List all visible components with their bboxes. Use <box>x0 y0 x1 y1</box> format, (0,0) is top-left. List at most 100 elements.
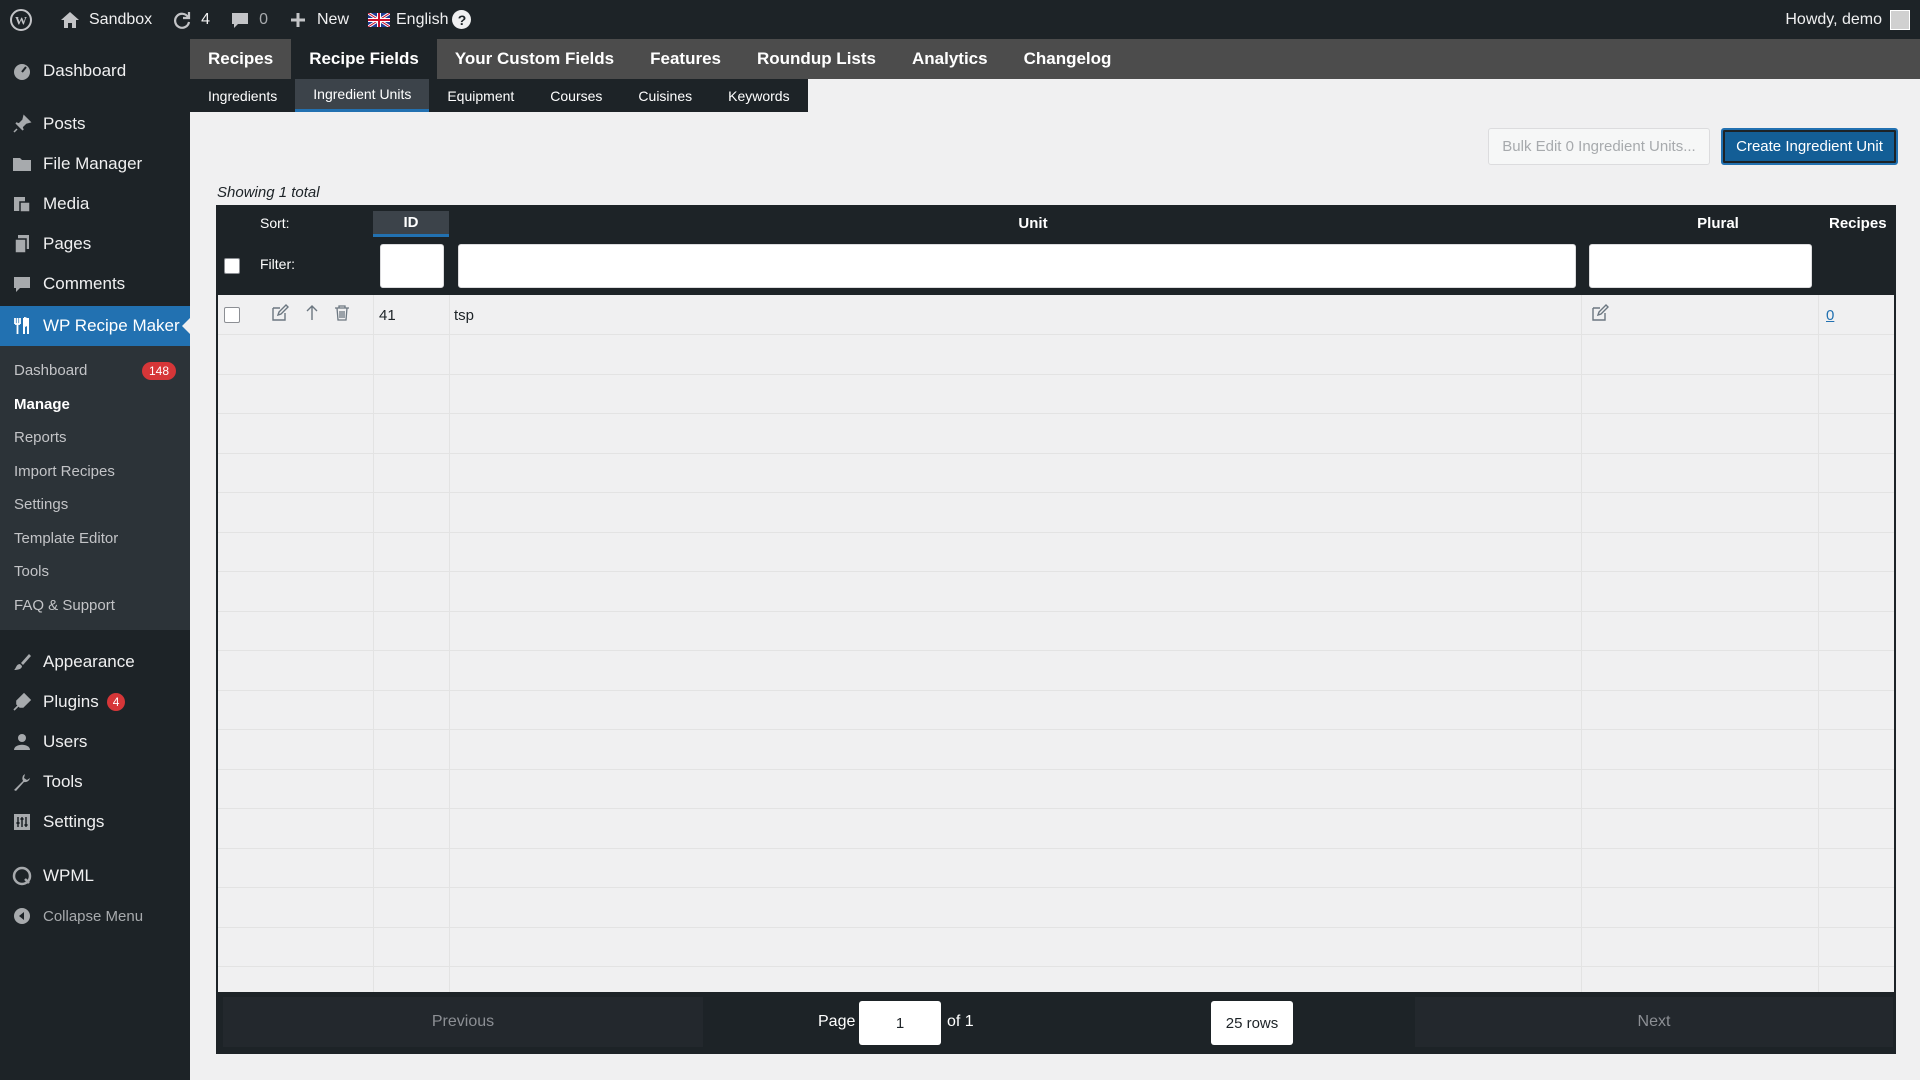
bulk-edit-button[interactable]: Bulk Edit 0 Ingredient Units... <box>1488 128 1710 165</box>
wordpress-logo-button[interactable]: W <box>0 0 49 39</box>
filter-plural-input[interactable] <box>1589 244 1812 288</box>
column-header-unit[interactable]: Unit <box>998 215 1068 232</box>
sidebar-item-appearance[interactable]: Appearance <box>0 642 190 682</box>
tab-analytics[interactable]: Analytics <box>894 39 1006 79</box>
tab-recipe-fields[interactable]: Recipe Fields <box>291 39 437 79</box>
site-name-link[interactable]: Sandbox <box>49 0 161 39</box>
subtab-keywords[interactable]: Keywords <box>710 79 807 112</box>
updates-link[interactable]: 4 <box>161 0 219 39</box>
help-icon[interactable]: ? <box>452 10 472 29</box>
updates-count: 4 <box>201 10 211 28</box>
page-of-label: of 1 <box>947 1013 974 1030</box>
page-label: Page <box>818 1013 856 1030</box>
sidebar-item-dashboard[interactable]: Dashboard <box>0 51 190 91</box>
row-select-checkbox[interactable] <box>224 307 240 323</box>
rows-per-page-select[interactable]: 25 rows <box>1211 1001 1293 1045</box>
page-number-input[interactable]: 1 <box>859 1001 941 1045</box>
sidebar-item-comments[interactable]: Comments <box>0 264 190 304</box>
language-switcher[interactable]: English ? <box>358 0 480 39</box>
edit-icon[interactable] <box>270 303 290 323</box>
sidebar-item-label: WPML <box>43 866 94 885</box>
sidebar-item-settings[interactable]: Settings <box>0 802 190 842</box>
trash-icon[interactable] <box>332 303 352 323</box>
sidebar-item-tools[interactable]: Tools <box>0 762 190 802</box>
submenu-item-faq-support[interactable]: FAQ & Support <box>0 589 190 623</box>
submenu-item-import-recipes[interactable]: Import Recipes <box>0 455 190 489</box>
pin-icon <box>10 112 34 136</box>
main-tabs: Recipes Recipe Fields Your Custom Fields… <box>190 39 1920 79</box>
sidebar-item-wpml[interactable]: WPML <box>0 856 190 896</box>
sort-label: Sort: <box>260 215 290 231</box>
filter-unit-input[interactable] <box>458 244 1576 288</box>
tab-features[interactable]: Features <box>632 39 739 79</box>
table-header: Sort: ID Unit Plural Recipes Filter: <box>218 207 1894 295</box>
column-header-plural[interactable]: Plural <box>1678 215 1758 232</box>
submenu-item-dashboard[interactable]: Dashboard 148 <box>0 354 190 388</box>
sidebar-item-media[interactable]: Media <box>0 184 190 224</box>
plugins-badge: 4 <box>106 693 126 711</box>
empty-table-row <box>218 690 1894 730</box>
submenu-item-manage[interactable]: Manage <box>0 388 190 422</box>
column-header-id[interactable]: ID <box>373 211 449 237</box>
admin-bar: W Sandbox 4 0 New English ? Howdy, demo <box>0 0 1920 39</box>
results-count: Showing 1 total <box>217 184 320 201</box>
submenu-label: Template Editor <box>14 529 119 547</box>
home-icon <box>58 8 82 32</box>
row-recipes-link[interactable]: 0 <box>1826 307 1834 324</box>
collapse-menu-button[interactable]: Collapse Menu <box>0 896 190 936</box>
submenu-item-tools[interactable]: Tools <box>0 555 190 589</box>
submenu-item-settings[interactable]: Settings <box>0 488 190 522</box>
merge-icon[interactable] <box>302 303 322 323</box>
select-all-checkbox[interactable] <box>224 258 240 274</box>
comments-count: 0 <box>259 10 268 28</box>
sidebar-item-label: Pages <box>43 234 92 253</box>
folder-icon <box>10 152 34 176</box>
tab-roundup-lists[interactable]: Roundup Lists <box>739 39 894 79</box>
subtab-ingredients[interactable]: Ingredients <box>190 79 295 112</box>
table-row: 41 tsp 0 <box>218 295 1894 335</box>
empty-table-row <box>218 611 1894 651</box>
tab-recipes[interactable]: Recipes <box>190 39 291 79</box>
my-account-link[interactable]: Howdy, demo <box>1776 0 1920 39</box>
subtab-cuisines[interactable]: Cuisines <box>620 79 710 112</box>
ingredient-units-table: Sort: ID Unit Plural Recipes Filter: 41 … <box>216 205 1896 1054</box>
greeting-label: Howdy, demo <box>1785 10 1882 28</box>
sidebar-item-file-manager[interactable]: File Manager <box>0 144 190 184</box>
submenu-item-template-editor[interactable]: Template Editor <box>0 522 190 556</box>
submenu-label: Reports <box>14 429 67 447</box>
edit-plural-icon[interactable] <box>1590 303 1610 323</box>
submenu-label: FAQ & Support <box>14 596 115 614</box>
submenu-item-reports[interactable]: Reports <box>0 421 190 455</box>
row-unit-cell: tsp <box>454 307 475 324</box>
empty-table-row <box>218 888 1894 928</box>
notification-badge: 148 <box>141 361 176 380</box>
uk-flag-icon <box>367 8 391 32</box>
refresh-icon <box>170 8 194 32</box>
new-content-link[interactable]: New <box>277 0 358 39</box>
submenu-label: Settings <box>14 496 69 514</box>
empty-table-row <box>218 532 1894 572</box>
empty-table-row <box>218 730 1894 770</box>
tab-your-custom-fields[interactable]: Your Custom Fields <box>437 39 632 79</box>
wpml-icon <box>10 864 34 888</box>
sidebar-item-label: Appearance <box>43 652 135 671</box>
sidebar-item-plugins[interactable]: Plugins 4 <box>0 682 190 722</box>
subtab-courses[interactable]: Courses <box>532 79 620 112</box>
comments-link[interactable]: 0 <box>219 0 277 39</box>
sidebar-item-pages[interactable]: Pages <box>0 224 190 264</box>
previous-button[interactable]: Previous <box>223 997 703 1047</box>
next-button[interactable]: Next <box>1415 997 1893 1047</box>
tab-changelog[interactable]: Changelog <box>1006 39 1130 79</box>
filter-id-input[interactable] <box>380 244 444 288</box>
sidebar-item-wp-recipe-maker[interactable]: WP Recipe Maker <box>0 306 190 346</box>
sub-tabs: Ingredients Ingredient Units Equipment C… <box>190 79 808 112</box>
sidebar-item-label: File Manager <box>43 154 143 173</box>
sidebar-item-users[interactable]: Users <box>0 722 190 762</box>
column-header-recipes[interactable]: Recipes <box>1829 215 1887 232</box>
empty-table-row <box>218 572 1894 612</box>
subtab-equipment[interactable]: Equipment <box>429 79 532 112</box>
subtab-ingredient-units[interactable]: Ingredient Units <box>295 79 430 112</box>
sidebar-item-posts[interactable]: Posts <box>0 104 190 144</box>
create-ingredient-unit-button[interactable]: Create Ingredient Unit <box>1721 128 1898 165</box>
comment-bubble-icon <box>228 8 252 32</box>
